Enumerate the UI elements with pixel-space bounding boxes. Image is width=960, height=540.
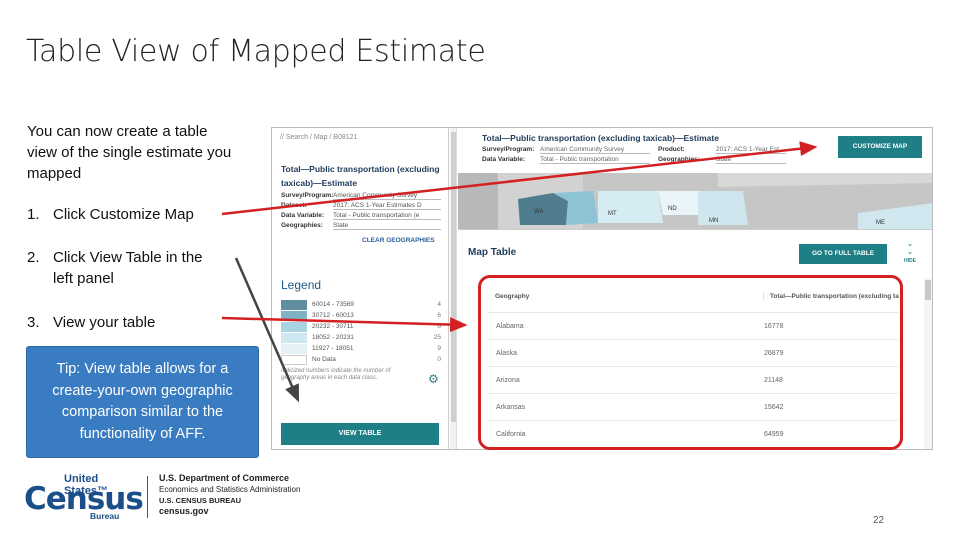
step-text: View your table [53, 314, 156, 331]
clear-geographies-link[interactable]: CLEAR GEOGRAPHIES [362, 237, 435, 244]
legend-count: 0 [437, 356, 441, 363]
map-canvas[interactable]: WA MT ND MN ME [458, 173, 932, 229]
legend-label: No Data [312, 356, 336, 363]
table-scrollbar[interactable] [924, 278, 932, 449]
legend-swatch [281, 355, 307, 365]
row-key: Survey/Program: [281, 192, 334, 199]
map-header-row: Survey/Program: American Community Survey… [482, 146, 786, 154]
legend-swatch [281, 322, 307, 332]
row-value[interactable]: 2017: ACS 1-Year Est [716, 146, 786, 154]
dept-line: Economics and Statistics Administration [159, 485, 301, 494]
scrollbar-thumb[interactable] [451, 132, 456, 422]
state-label-me: ME [876, 220, 885, 226]
legend-count: 6 [437, 312, 441, 319]
row-key: Dataset: [281, 202, 307, 209]
variable-row: Data Variable: Total - Public transportat… [281, 212, 441, 220]
legend-count: 9 [437, 345, 441, 352]
step-text: Click Customize Map [53, 206, 194, 223]
legend-item: 18052 - 20231 25 [281, 333, 441, 343]
step-text: Click View Table in the left panel [53, 249, 203, 287]
go-to-full-table-button[interactable]: GO TO FULL TABLE [799, 244, 887, 264]
state-label-nd: ND [668, 206, 677, 212]
gear-icon[interactable]: ⚙ [428, 372, 439, 386]
census-gov-link[interactable]: census.gov [159, 506, 300, 517]
scrollbar-thumb[interactable] [925, 280, 931, 300]
legend-item: 11927 - 18051 9 [281, 344, 441, 354]
state-label-wa: WA [534, 209, 544, 215]
logo-census: Census [24, 481, 144, 517]
map-header-row: Data Variable: Total - Public transportat… [482, 156, 786, 164]
map-table-title: Map Table [468, 247, 517, 258]
state-label-mn: MN [709, 218, 719, 224]
dept-line: U.S. Department of Commerce [159, 473, 290, 483]
panel-title: Total—Public transportation (excluding t… [281, 164, 440, 188]
step-number: 1. [27, 206, 40, 223]
geographies-row: Geographies: State [281, 222, 441, 230]
legend-swatch [281, 333, 307, 343]
slide-title: Table View of Mapped Estimate [26, 34, 486, 69]
legend-label: 20232 - 30711 [312, 323, 354, 330]
breadcrumb[interactable]: // Search / Map / B08121 [280, 134, 357, 141]
logo-divider [147, 476, 148, 518]
step-1: 1. Click Customize Map [27, 204, 194, 225]
map-header: Total—Public transportation (excluding t… [458, 128, 932, 173]
legend-item: 20232 - 30711 6 [281, 322, 441, 332]
row-key: Geographies: [281, 222, 323, 229]
legend-swatch [281, 300, 307, 310]
row-value[interactable]: Total - Public transportation (e [333, 212, 441, 220]
logo-bureau: Bureau [90, 511, 120, 521]
legend-label: 11927 - 18051 [312, 345, 354, 352]
intro-text: You can now create a table view of the s… [27, 123, 232, 182]
legend-item: No Data 0 [281, 355, 441, 365]
department-text: U.S. Department of Commerce Economics an… [159, 473, 300, 517]
step-number: 3. [27, 314, 40, 331]
legend-swatch [281, 311, 307, 321]
census-bureau-logo: United States™ Census Bureau [24, 473, 144, 521]
legend-swatch [281, 344, 307, 354]
row-value[interactable]: State [716, 156, 786, 164]
legend-count: 6 [437, 323, 441, 330]
row-value[interactable]: 2017: ACS 1-Year Estimates D [333, 202, 441, 210]
table-highlight-box [478, 275, 903, 450]
row-key: Data Variable: [281, 212, 324, 219]
survey-row: Survey/Program:American Community Survey [281, 192, 441, 200]
legend-title: Legend [281, 278, 322, 292]
page-number: 22 [873, 515, 885, 526]
legend-count: 25 [433, 334, 441, 341]
hide-label: HIDE [904, 258, 916, 264]
map-title: Total—Public transportation (excluding t… [482, 133, 719, 143]
chevron-down-icon: ⌄ ⌄ [906, 239, 914, 256]
hide-table-button[interactable]: ⌄ ⌄ HIDE [904, 240, 916, 265]
row-value[interactable]: American Community Survey [333, 192, 441, 200]
legend-label: 60014 - 73569 [312, 301, 354, 308]
dept-line: U.S. CENSUS BUREAU [159, 496, 242, 505]
step-3: 3. View your table [27, 312, 155, 333]
row-key: Data Variable: [482, 156, 525, 163]
step-number: 2. [27, 249, 40, 266]
row-value[interactable]: Total - Public transportation [540, 156, 650, 164]
row-value[interactable]: State [333, 222, 441, 230]
step-2: 2. Click View Table in the left panel [27, 247, 223, 289]
left-panel: // Search / Map / B08121 Total—Public tr… [272, 128, 449, 449]
view-table-button[interactable]: VIEW TABLE [281, 423, 439, 445]
row-key: Survey/Program: [482, 146, 535, 153]
tip-box: Tip: View table allows for a create-your… [26, 346, 259, 458]
legend-count: 4 [437, 301, 441, 308]
left-panel-scrollbar[interactable] [450, 128, 457, 449]
state-shapes [458, 173, 932, 229]
legend-note: Italicized numbers indicate the number o… [281, 368, 391, 381]
legend-label: 30712 - 60013 [312, 312, 354, 319]
legend-item: 60014 - 73569 4 [281, 300, 441, 310]
customize-map-button[interactable]: CUSTOMIZE MAP [838, 136, 922, 158]
row-key: Geographies: [658, 156, 700, 163]
dataset-row: Dataset: 2017: ACS 1-Year Estimates D [281, 202, 441, 210]
row-key: Product: [658, 146, 685, 153]
state-label-mt: MT [608, 211, 617, 217]
legend-label: 18052 - 20231 [312, 334, 354, 341]
row-value[interactable]: American Community Survey [540, 146, 650, 154]
legend-item: 30712 - 60013 6 [281, 311, 441, 321]
